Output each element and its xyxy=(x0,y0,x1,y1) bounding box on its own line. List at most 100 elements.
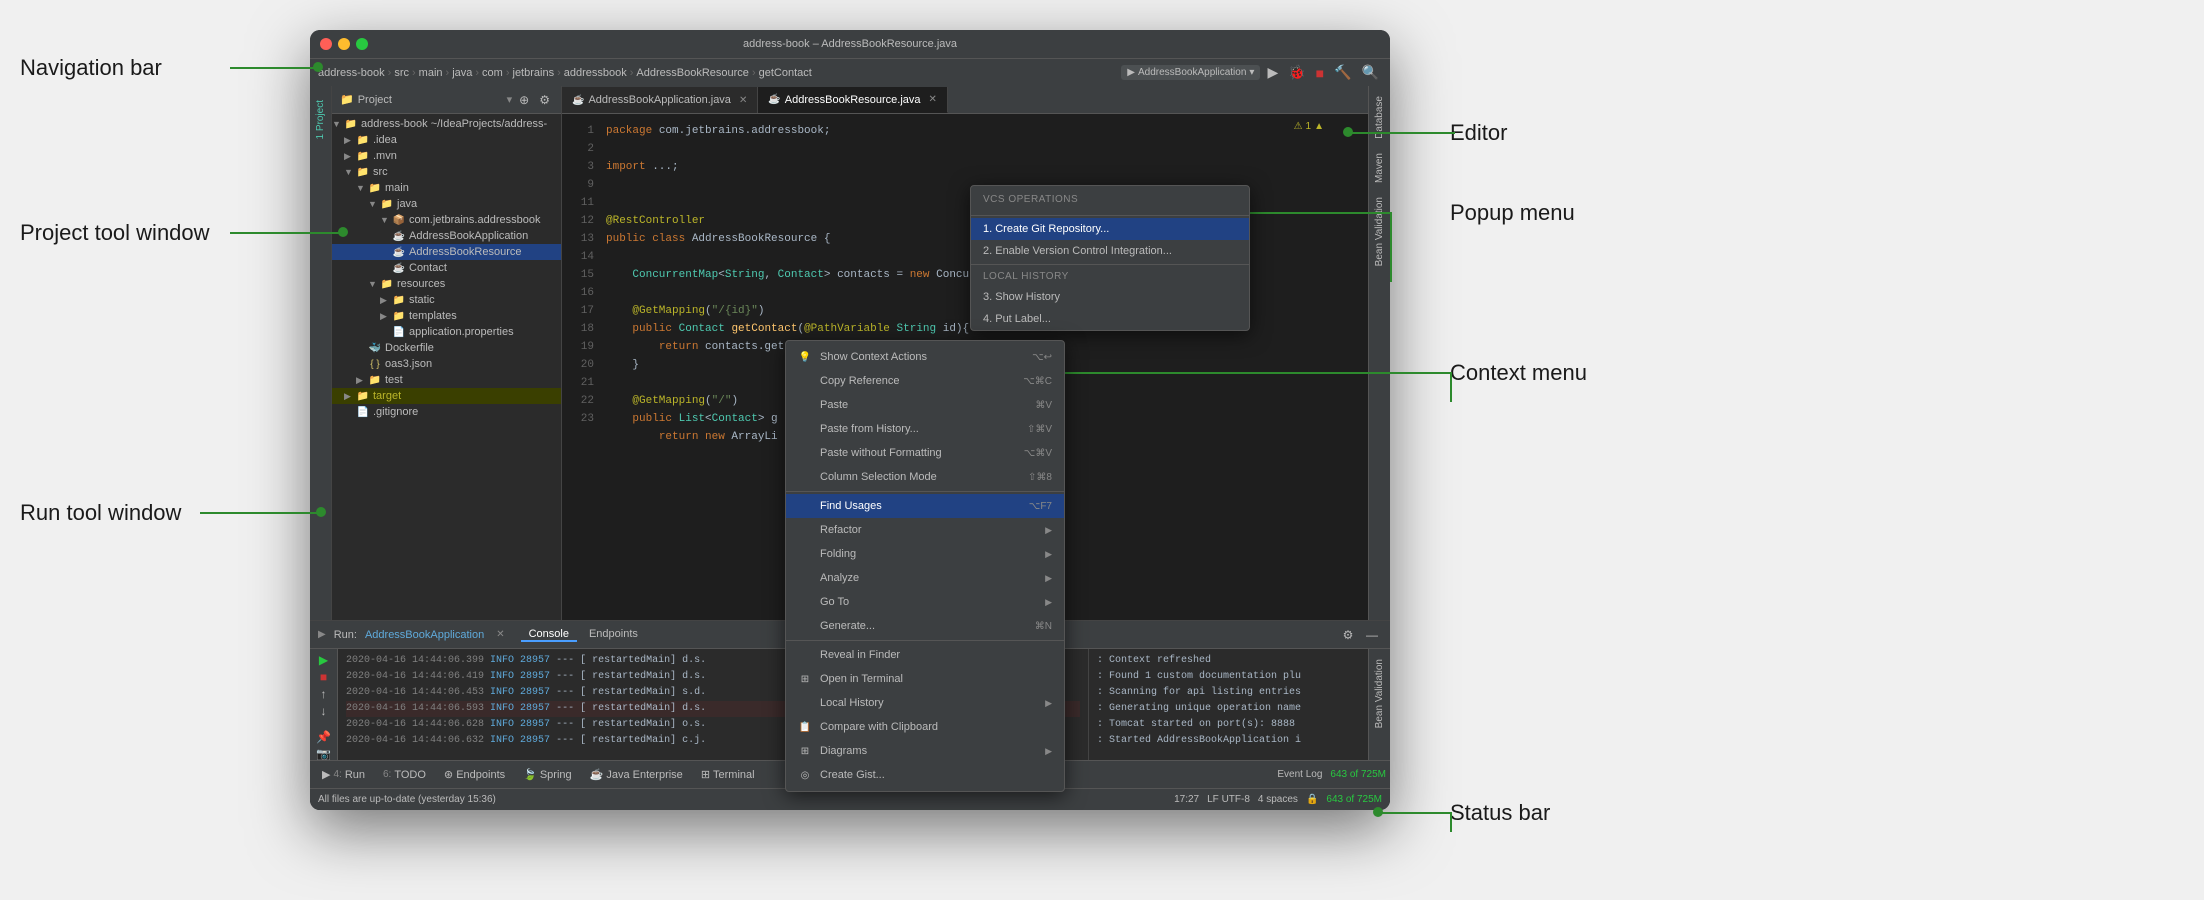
bean-validation-tab[interactable]: Bean Validation xyxy=(1372,191,1387,272)
nav-java[interactable]: java xyxy=(452,67,472,79)
tree-main[interactable]: ▼ 📁 main xyxy=(332,180,561,196)
tree-java[interactable]: ▼ 📁 java xyxy=(332,196,561,212)
ctx-paste[interactable]: Paste ⌘V xyxy=(786,393,1064,417)
nav-jetbrains[interactable]: jetbrains xyxy=(513,67,555,79)
camera-button[interactable]: 📷 xyxy=(314,747,334,760)
todo-tab[interactable]: 6: TODO xyxy=(375,766,434,784)
ctx-open-terminal[interactable]: ⊞ Open in Terminal xyxy=(786,667,1064,691)
terminal-tab[interactable]: ⊞ Terminal xyxy=(693,765,763,784)
local-history-section: Local History xyxy=(971,267,1249,286)
vcs-put-label-item[interactable]: 4. Put Label... xyxy=(971,308,1249,330)
ctx-refactor[interactable]: Refactor xyxy=(786,518,1064,542)
maximize-button[interactable] xyxy=(356,38,368,50)
event-log-item[interactable]: Event Log xyxy=(1277,769,1322,780)
run-button[interactable]: ▶ xyxy=(1264,64,1281,81)
vcs-show-history-item[interactable]: 3. Show History xyxy=(971,286,1249,308)
ctx-local-history[interactable]: Local History xyxy=(786,691,1064,715)
nav-main[interactable]: main xyxy=(419,67,443,79)
line-endings[interactable]: LF UTF-8 xyxy=(1207,794,1250,805)
ctx-create-gist[interactable]: ◎ Create Gist... xyxy=(786,763,1064,787)
nav-src[interactable]: src xyxy=(394,67,409,79)
ctx-folding[interactable]: Folding xyxy=(786,542,1064,566)
stop-button[interactable]: ■ xyxy=(1313,65,1327,81)
indent-setting[interactable]: 4 spaces xyxy=(1258,794,1298,805)
tree-test[interactable]: ▶ 📁 test xyxy=(332,372,561,388)
nav-resource[interactable]: AddressBookResource xyxy=(636,67,749,79)
rerun-button[interactable]: ▶ xyxy=(314,653,334,667)
git-status[interactable]: 643 of 725M xyxy=(1326,794,1382,805)
log-timestamp: 2020-04-16 14:44:06.632 xyxy=(346,733,484,749)
debug-button[interactable]: 🐞 xyxy=(1285,64,1308,81)
tree-gitignore[interactable]: ▶ 📄 .gitignore xyxy=(332,404,561,420)
status-line-v xyxy=(1450,812,1452,832)
tab-close-button[interactable]: ✕ xyxy=(739,95,747,106)
tab-close-button[interactable]: ✕ xyxy=(929,94,937,105)
ctx-diagrams[interactable]: ⊞ Diagrams xyxy=(786,739,1064,763)
vcs-create-git-item[interactable]: 1. Create Git Repository... xyxy=(971,218,1249,240)
nav-com[interactable]: com xyxy=(482,67,503,79)
tree-src[interactable]: ▼ 📁 src xyxy=(332,164,561,180)
cursor-position[interactable]: 17:27 xyxy=(1174,794,1199,805)
tree-appprops[interactable]: ▶ 📄 application.properties xyxy=(332,324,561,340)
minimize-panel-button[interactable]: — xyxy=(1362,625,1382,645)
search-button[interactable]: 🔍 xyxy=(1359,64,1382,81)
tree-target[interactable]: ▶ 📁 target xyxy=(332,388,561,404)
nav-addressbook[interactable]: addressbook xyxy=(564,67,627,79)
scroll-down-button[interactable]: ↓ xyxy=(314,704,334,718)
tree-contact[interactable]: ☕ Contact xyxy=(332,260,561,276)
endpoints-tab[interactable]: Endpoints xyxy=(581,628,646,642)
database-tab[interactable]: Database xyxy=(1372,90,1387,145)
build-button[interactable]: 🔨 xyxy=(1331,64,1354,81)
ctx-copy-reference[interactable]: Copy Reference ⌥⌘C xyxy=(786,369,1064,393)
run-config-button[interactable]: ▶ AddressBookApplication ▾ xyxy=(1121,65,1260,80)
tab-addressbookresource[interactable]: ☕ AddressBookResource.java ✕ xyxy=(758,87,948,113)
project-panel-toggle[interactable]: 1 Project xyxy=(313,94,328,145)
bean-validation-bottom-tab[interactable]: Bean Validation xyxy=(1372,653,1387,734)
sync-button[interactable]: ⊕ xyxy=(516,92,532,108)
scroll-up-button[interactable]: ↑ xyxy=(314,687,334,701)
ctx-item-label: Paste without Formatting xyxy=(820,447,942,459)
run-panel-close[interactable]: ✕ xyxy=(496,629,504,640)
ctx-paste-no-format[interactable]: Paste without Formatting ⌥⌘V xyxy=(786,441,1064,465)
spring-tab[interactable]: 🍃 Spring xyxy=(515,765,580,784)
ctx-column-selection[interactable]: Column Selection Mode ⇧⌘8 xyxy=(786,465,1064,489)
run-tab-bottom[interactable]: ▶ 4: Run xyxy=(314,765,373,784)
nav-project[interactable]: address-book xyxy=(318,67,385,79)
java-enterprise-tab[interactable]: ☕ Java Enterprise xyxy=(582,765,691,784)
tab-addressbookapplication[interactable]: ☕ AddressBookApplication.java ✕ xyxy=(562,87,758,113)
tree-idea[interactable]: ▶ 📁 .idea xyxy=(332,132,561,148)
settings-icon[interactable]: ⚙ xyxy=(536,92,553,108)
tree-static[interactable]: ▶ 📁 static xyxy=(332,292,561,308)
console-tab[interactable]: Console xyxy=(521,628,577,642)
minimize-button[interactable] xyxy=(338,38,350,50)
tree-mvn[interactable]: ▶ 📁 .mvn xyxy=(332,148,561,164)
close-button[interactable] xyxy=(320,38,332,50)
ctx-show-context-actions[interactable]: 💡 Show Context Actions ⌥↩ xyxy=(786,345,1064,369)
tree-resources[interactable]: ▼ 📁 resources xyxy=(332,276,561,292)
log-level: INFO xyxy=(490,717,514,733)
tree-root[interactable]: ▼ 📁 address-book ~/IdeaProjects/address- xyxy=(332,116,561,132)
tree-addressbookapplication[interactable]: ☕ AddressBookApplication xyxy=(332,228,561,244)
ctx-goto[interactable]: Go To xyxy=(786,590,1064,614)
tree-templates[interactable]: ▶ 📁 templates xyxy=(332,308,561,324)
nav-method[interactable]: getContact xyxy=(759,67,812,79)
output-line: : Context refreshed xyxy=(1097,653,1360,669)
settings-button[interactable]: ⚙ xyxy=(1338,625,1358,645)
tree-oas3[interactable]: ▶ { } oas3.json xyxy=(332,356,561,372)
tree-arrow: ▶ xyxy=(344,151,356,162)
tree-package[interactable]: ▼ 📦 com.jetbrains.addressbook xyxy=(332,212,561,228)
tree-addressbookresource[interactable]: ☕ AddressBookResource xyxy=(332,244,561,260)
tree-item-label: templates xyxy=(409,310,457,322)
vcs-enable-vcs-item[interactable]: 2. Enable Version Control Integration... xyxy=(971,240,1249,262)
ctx-reveal-finder[interactable]: Reveal in Finder xyxy=(786,643,1064,667)
ctx-paste-history[interactable]: Paste from History... ⇧⌘V xyxy=(786,417,1064,441)
pin-tab-button[interactable]: 📌 xyxy=(314,730,334,744)
ctx-compare-clipboard[interactable]: 📋 Compare with Clipboard xyxy=(786,715,1064,739)
ctx-find-usages[interactable]: Find Usages ⌥F7 xyxy=(786,494,1064,518)
stop-run-button[interactable]: ■ xyxy=(314,670,334,684)
ctx-analyze[interactable]: Analyze xyxy=(786,566,1064,590)
ctx-generate[interactable]: Generate... ⌘N xyxy=(786,614,1064,638)
tree-dockerfile[interactable]: ▶ 🐳 Dockerfile xyxy=(332,340,561,356)
endpoints-tab-bottom[interactable]: ⊛ Endpoints xyxy=(436,765,513,784)
maven-tab[interactable]: Maven xyxy=(1372,147,1387,189)
